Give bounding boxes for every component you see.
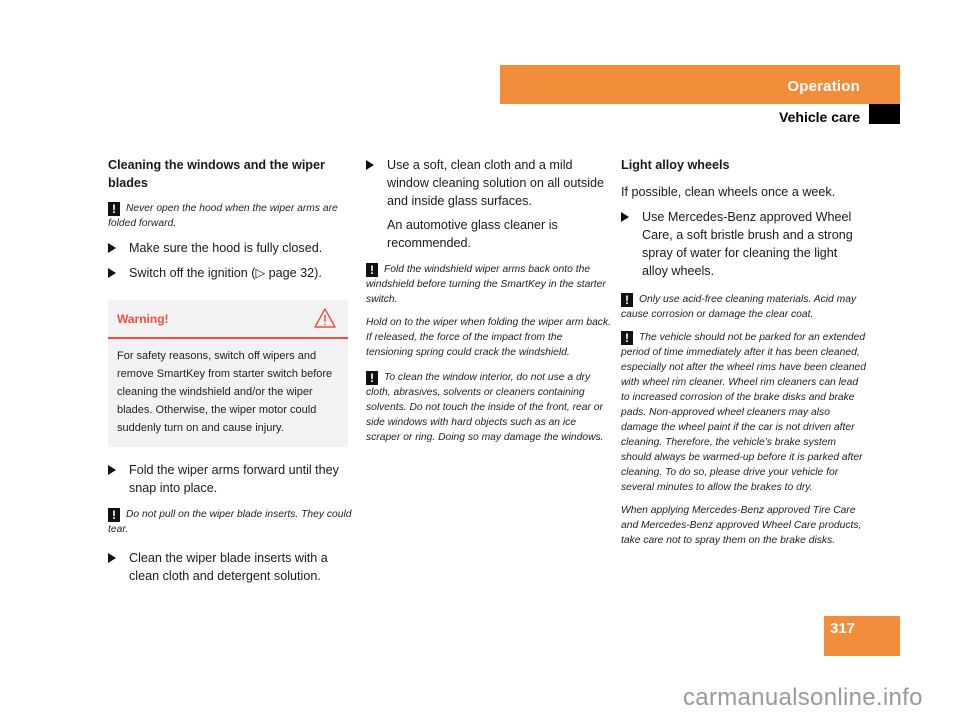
note-text: Fold the windshield wiper arms back onto…	[366, 264, 606, 305]
instruction-step: Clean the wiper blade inserts with a cle…	[108, 549, 353, 585]
subsection-title: Vehicle care	[779, 109, 860, 125]
caution-note: ! Never open the hood when the wiper arms…	[108, 201, 353, 231]
caution-note-continued: When applying Mercedes-Benz approved Tir…	[621, 505, 862, 546]
note-text: To clean the window interior, do not use…	[366, 372, 604, 443]
caution-note: ! Fold the windshield wiper arms back ont…	[366, 262, 611, 307]
caution-icon: !	[621, 293, 633, 307]
warning-triangle-icon	[314, 308, 336, 328]
caution-icon: !	[108, 508, 120, 522]
caution-note: ! Only use acid-free cleaning materials. …	[621, 292, 866, 322]
warning-box: Warning! For safety reasons, switch off …	[108, 300, 348, 447]
page-number-box: 317	[824, 616, 900, 656]
instruction-step: Use Mercedes-Benz approved Wheel Care, a…	[621, 208, 866, 280]
caution-icon: !	[366, 371, 378, 385]
caution-note-continued: Hold on to the wiper when folding the wi…	[366, 317, 611, 358]
bullet-arrow-icon	[108, 243, 116, 253]
step-text: Use a soft, clean cloth and a mild windo…	[387, 158, 605, 208]
heading-cleaning-windows: Cleaning the windows and the wiper blade…	[108, 158, 325, 190]
column-2: Use a soft, clean cloth and a mild windo…	[366, 156, 611, 453]
step-text: Fold the wiper arms forward until they s…	[129, 463, 339, 495]
instruction-step: Switch off the ignition (▷ page 32).	[108, 264, 353, 282]
caution-note: ! Do not pull on the wiper blade inserts.…	[108, 507, 353, 537]
section-title: Operation	[787, 78, 860, 95]
caution-icon: !	[366, 263, 378, 277]
step-text: Make sure the hood is fully closed.	[129, 241, 323, 255]
thumb-tab-marker	[869, 104, 900, 124]
warning-header: Warning!	[108, 300, 348, 339]
bullet-arrow-icon	[621, 212, 629, 222]
step-text: Clean the wiper blade inserts with a cle…	[129, 551, 328, 583]
column-3: Light alloy wheels If possible, clean wh…	[621, 156, 866, 556]
note-text: The vehicle should not be parked for an …	[621, 332, 866, 493]
note-text: Only use acid-free cleaning materials. A…	[621, 294, 857, 320]
watermark: carmanualsonline.info	[683, 684, 923, 711]
bullet-arrow-icon	[108, 268, 116, 278]
bullet-arrow-icon	[108, 465, 116, 475]
page-number: 317	[830, 620, 856, 637]
caution-note: ! The vehicle should not be parked for an…	[621, 330, 866, 495]
step-subtext: An automotive glass cleaner is recommend…	[387, 218, 558, 250]
section-header-band: Operation	[500, 65, 900, 104]
caution-icon: !	[621, 331, 633, 345]
note-text: Never open the hood when the wiper arms …	[108, 203, 338, 229]
warning-title: Warning!	[117, 312, 169, 326]
column-1: Cleaning the windows and the wiper blade…	[108, 156, 353, 592]
instruction-step: Make sure the hood is fully closed.	[108, 239, 353, 257]
bullet-arrow-icon	[108, 553, 116, 563]
note-text: Do not pull on the wiper blade inserts. …	[108, 509, 352, 535]
caution-icon: !	[108, 202, 120, 216]
instruction-step: Use a soft, clean cloth and a mild windo…	[366, 156, 611, 252]
heading-light-alloy-wheels: Light alloy wheels	[621, 158, 730, 172]
bullet-arrow-icon	[366, 160, 374, 170]
intro-text: If possible, clean wheels once a week.	[621, 185, 836, 199]
instruction-step: Fold the wiper arms forward until they s…	[108, 461, 353, 497]
step-text: Use Mercedes-Benz approved Wheel Care, a…	[642, 210, 853, 278]
warning-text: For safety reasons, switch off wipers an…	[117, 350, 333, 434]
caution-note: ! To clean the window interior, do not us…	[366, 370, 611, 445]
step-text[interactable]: Switch off the ignition (▷ page 32).	[129, 266, 322, 280]
